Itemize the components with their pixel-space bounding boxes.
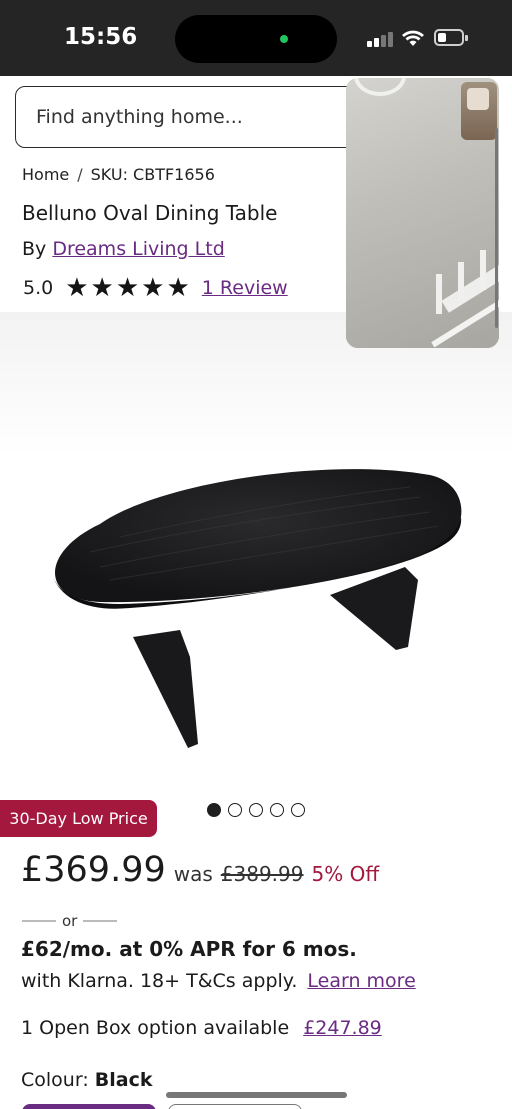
- carousel-dot[interactable]: [270, 803, 284, 817]
- colour-row: Colour: Black: [21, 1069, 152, 1091]
- was-label: was: [173, 862, 213, 886]
- scrollbar[interactable]: [495, 128, 498, 328]
- breadcrumb-sku: SKU: CBTF1656: [90, 165, 215, 184]
- colour-label: Colour:: [21, 1069, 89, 1091]
- status-bar: 15:56: [0, 0, 512, 76]
- price-row: £369.99 was £389.99 5% Off: [21, 850, 379, 890]
- rating-row: 5.0 ★ ★ ★ ★ ★ 1 Review: [23, 275, 288, 301]
- rating-value: 5.0: [23, 277, 54, 299]
- product-title: Belluno Oval Dining Table: [22, 201, 278, 225]
- pip-thumbnail[interactable]: [461, 82, 497, 140]
- star-icon: ★: [166, 273, 190, 303]
- or-label: or: [62, 912, 78, 930]
- status-time: 15:56: [64, 24, 138, 50]
- breadcrumb-separator: /: [77, 165, 83, 184]
- carousel-dot[interactable]: [249, 803, 263, 817]
- discount-label: 5% Off: [311, 862, 380, 886]
- open-box-row: 1 Open Box option available £247.89: [21, 1017, 382, 1039]
- colour-value: Black: [94, 1069, 153, 1091]
- klarna-terms: with Klarna. 18+ T&Cs apply. Learn more: [21, 970, 416, 992]
- by-label: By: [22, 238, 47, 260]
- star-rating: ★ ★ ★ ★ ★: [65, 275, 190, 301]
- carousel-dot[interactable]: [291, 803, 305, 817]
- klarna-terms-text: with Klarna. 18+ T&Cs apply.: [21, 970, 298, 992]
- star-icon: ★: [90, 273, 114, 303]
- seller-line: By Dreams Living Ltd: [22, 238, 225, 260]
- star-icon: ★: [65, 273, 89, 303]
- colour-option[interactable]: [168, 1104, 302, 1109]
- low-price-badge: 30-Day Low Price: [0, 800, 157, 837]
- home-indicator[interactable]: [166, 1092, 347, 1098]
- was-price: £389.99: [220, 862, 304, 886]
- wifi-icon: [402, 30, 424, 46]
- dynamic-island: [175, 15, 337, 63]
- breadcrumb: Home / SKU: CBTF1656: [22, 165, 215, 184]
- open-box-price-link[interactable]: £247.89: [303, 1017, 382, 1039]
- current-price: £369.99: [21, 850, 166, 890]
- battery-icon: [434, 29, 468, 46]
- carousel-dots: [207, 803, 305, 817]
- carousel-dot[interactable]: [228, 803, 242, 817]
- search-input[interactable]: [36, 106, 356, 128]
- camera-indicator-icon: [280, 35, 288, 43]
- carousel-dot[interactable]: [207, 803, 221, 817]
- colour-option-selected[interactable]: [22, 1104, 156, 1109]
- star-icon: ★: [115, 273, 140, 303]
- seller-link[interactable]: Dreams Living Ltd: [52, 238, 224, 260]
- klarna-offer: £62/mo. at 0% APR for 6 mos.: [21, 937, 357, 961]
- signal-icon: [367, 31, 393, 47]
- video-overlay[interactable]: [346, 78, 499, 348]
- star-icon: ★: [141, 273, 165, 303]
- product-image[interactable]: [0, 312, 512, 792]
- reviews-link[interactable]: 1 Review: [202, 277, 288, 299]
- search-bar[interactable]: [15, 86, 365, 148]
- learn-more-link[interactable]: Learn more: [307, 970, 415, 992]
- or-divider: or: [22, 912, 118, 930]
- breadcrumb-home[interactable]: Home: [22, 165, 69, 184]
- open-box-text: 1 Open Box option available: [21, 1017, 290, 1039]
